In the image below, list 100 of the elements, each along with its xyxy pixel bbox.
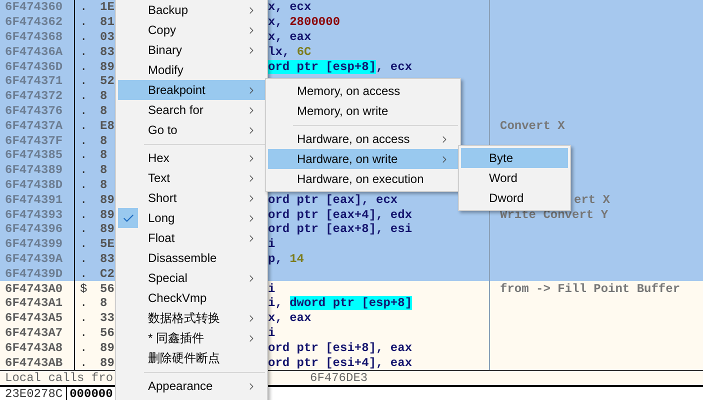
bytes-cell: 83 — [100, 252, 114, 266]
marker-cell: . — [80, 75, 88, 88]
menu-item[interactable]: Backup — [118, 0, 265, 20]
menu-item[interactable]: Dword — [461, 188, 568, 208]
address-cell-text: 6F474396 — [4, 223, 64, 236]
menu-item[interactable]: Hex — [118, 148, 265, 168]
menu-item[interactable]: Word — [461, 168, 568, 188]
menu-item[interactable]: Breakpoint — [118, 80, 265, 100]
menu-item[interactable]: Text — [118, 168, 265, 188]
marker-cell: . — [80, 326, 88, 339]
marker-cell: . — [80, 104, 88, 117]
instruction-cell: ord ptr [esi+4], eax — [268, 356, 412, 369]
marker-cell: . — [80, 342, 88, 354]
bytes-cell: 33 — [100, 311, 114, 326]
menu-item[interactable]: Short — [118, 188, 265, 208]
menu-item[interactable]: Hardware, on write — [268, 149, 458, 169]
menu-item[interactable]: Float — [118, 228, 265, 248]
instruction-cell: lx, 6C — [268, 46, 312, 58]
instruction-cell: ord ptr [eax+8], esi — [268, 223, 412, 236]
menu-item[interactable]: Search for — [118, 100, 265, 120]
address-cell-text: 6F474376 — [4, 104, 64, 117]
menu-item[interactable]: Byte — [461, 148, 568, 168]
bytes-cell: 89 — [100, 356, 114, 370]
instruction-cell: i, dword ptr [esp+8] — [268, 297, 412, 310]
address-cell-text: 6F4743A0 — [4, 282, 64, 295]
bytes-cell: 8 — [100, 104, 108, 118]
menu-item[interactable]: 删除硬件断点 — [118, 348, 265, 368]
marker-cell: . — [80, 208, 88, 221]
address-cell-text: 6F4743A7 — [4, 326, 64, 339]
bytes-cell: 8 — [100, 134, 108, 148]
bytes-cell: 8 — [100, 89, 108, 104]
marker-cell: . — [80, 90, 88, 102]
bytes-cell: E8 — [100, 118, 114, 133]
bytes-cell: 89 — [100, 192, 114, 207]
marker-cell: . — [80, 46, 88, 58]
address-cell-text: 6F474393 — [4, 208, 64, 221]
marker-cell: . — [80, 60, 88, 73]
marker-cell: . — [80, 16, 88, 28]
menu-item[interactable]: Long — [118, 208, 265, 228]
instruction-cell: ord ptr [eax+4], edx — [268, 208, 412, 221]
menu-item[interactable]: 数据格式转换 — [118, 308, 265, 328]
comment-cell: Convert X — [500, 120, 565, 132]
marker-cell: . — [80, 149, 88, 162]
menu-item[interactable]: Memory, on access — [268, 81, 458, 101]
marker-cell: . — [80, 238, 88, 250]
menu-item[interactable]: Disassemble — [118, 248, 265, 268]
address-cell-text: 6F474372 — [4, 90, 64, 102]
menu-item[interactable]: Special — [118, 268, 265, 288]
address-cell-text: 6F47437F — [4, 134, 64, 147]
address-cell-text: 6F474389 — [4, 164, 64, 176]
marker-cell: . — [80, 356, 88, 369]
instruction-cell: i — [268, 282, 276, 295]
address-cell-text: 6F474368 — [4, 30, 64, 43]
instruction-cell: ord ptr [esi+8], eax — [268, 342, 412, 354]
instruction-cell: x, eax — [268, 30, 312, 43]
menu-item[interactable]: Hardware, on execution — [268, 169, 458, 189]
marker-cell: . — [80, 178, 88, 191]
bytes-cell: 89 — [100, 340, 114, 355]
bytes-cell: 56 — [100, 282, 114, 296]
bytes-cell: 8 — [100, 148, 108, 162]
menu-item[interactable]: Binary — [118, 40, 265, 60]
instruction-cell: ord ptr [eax], ecx — [268, 194, 398, 206]
bytes-cell: 8 — [100, 178, 108, 192]
address-cell-text: 6F47438D — [4, 178, 64, 191]
instruction-cell: x, eax — [268, 312, 312, 324]
marker-cell: . — [80, 223, 88, 236]
bytes-cell: 83 — [100, 44, 114, 59]
marker-cell: . — [80, 312, 88, 324]
menu-item[interactable]: Appearance — [118, 376, 265, 396]
address-cell-text: 6F474385 — [4, 149, 64, 162]
marker-cell: . — [80, 30, 88, 43]
comment-cell: Write Convert Y — [500, 208, 608, 221]
menu-item[interactable]: Memory, on write — [268, 101, 458, 121]
call-info-label: Local calls fro — [5, 372, 114, 384]
menu-item[interactable]: * 同鑫插件 — [118, 328, 265, 348]
instruction-cell: x, 2800000 — [268, 16, 340, 28]
address-cell-text: 6F474360 — [4, 1, 64, 14]
address-cell-text: 6F4743AB — [4, 356, 64, 369]
address-cell-text: 6F474391 — [4, 194, 64, 206]
menu-item[interactable]: CheckVmp — [118, 288, 265, 308]
comment-cell: ert X — [574, 194, 610, 206]
dump-address: 23E0278C — [0, 387, 67, 400]
address-cell-text: 6F4743A1 — [4, 297, 64, 310]
marker-cell: . — [80, 134, 88, 147]
marker-cell: . — [80, 297, 88, 310]
menu-item[interactable]: Modify — [118, 60, 265, 80]
address-cell-text: 6F4743A5 — [4, 312, 64, 324]
marker-cell: . — [80, 1, 88, 14]
menu-item[interactable]: Hardware, on access — [268, 129, 458, 149]
menu-item[interactable]: Go to — [118, 120, 265, 140]
instruction-cell: i — [268, 326, 276, 339]
bytes-cell: C2 — [100, 266, 114, 281]
address-cell-text: 6F474362 — [4, 16, 64, 28]
dump-value: 000000 — [68, 388, 113, 400]
instruction-cell: ord ptr [esp+8], ecx — [268, 60, 412, 73]
marker-cell: . — [80, 268, 88, 280]
marker-cell: $ — [80, 282, 88, 295]
bytes-cell: 5E — [100, 237, 114, 252]
menu-item[interactable]: Copy — [118, 20, 265, 40]
bytes-cell: 03 — [100, 30, 114, 44]
